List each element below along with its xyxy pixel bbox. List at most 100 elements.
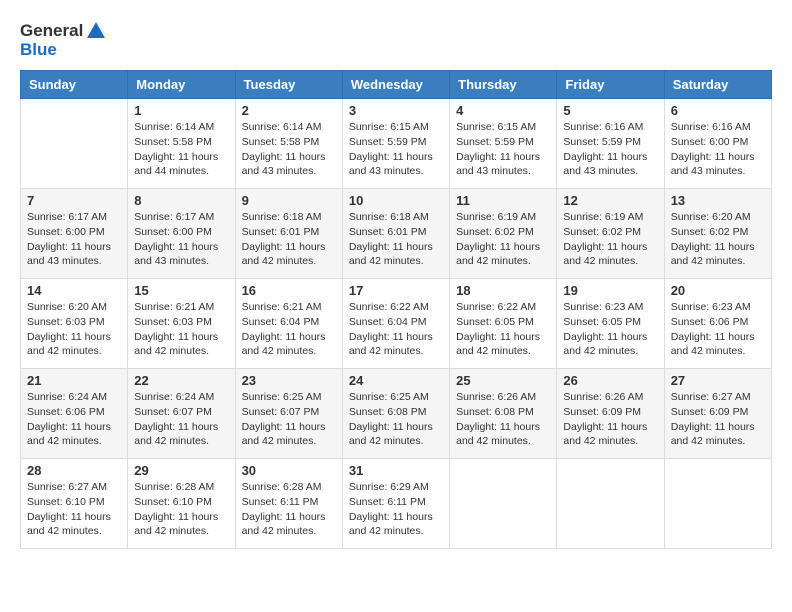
- calendar-cell: 18Sunrise: 6:22 AM Sunset: 6:05 PM Dayli…: [450, 279, 557, 369]
- calendar-cell: 24Sunrise: 6:25 AM Sunset: 6:08 PM Dayli…: [342, 369, 449, 459]
- calendar-cell: 8 Sunrise: 6:17 AM Sunset: 6:00 PM Daylig…: [128, 189, 235, 279]
- day-info: Sunrise: 6:27 AM Sunset: 6:10 PM Dayligh…: [27, 480, 121, 539]
- calendar-cell: 27 Sunrise: 6:27 AM Sunset: 6:09 PM Dayli…: [664, 369, 771, 459]
- weekday-header-row: SundayMondayTuesdayWednesdayThursdayFrid…: [21, 71, 772, 99]
- day-info: Sunrise: 6:18 AM Sunset: 6:01 PM Dayligh…: [242, 210, 336, 269]
- calendar-cell: 21Sunrise: 6:24 AM Sunset: 6:06 PM Dayli…: [21, 369, 128, 459]
- weekday-header-wednesday: Wednesday: [342, 71, 449, 99]
- weekday-header-thursday: Thursday: [450, 71, 557, 99]
- logo-blue: Blue: [20, 40, 107, 60]
- logo-general: General: [20, 21, 83, 41]
- day-info: Sunrise: 6:19 AM Sunset: 6:02 PM Dayligh…: [563, 210, 657, 269]
- weekday-header-monday: Monday: [128, 71, 235, 99]
- calendar-cell: 7 Sunrise: 6:17 AM Sunset: 6:00 PM Daylig…: [21, 189, 128, 279]
- day-info: Sunrise: 6:16 AM Sunset: 6:00 PM Dayligh…: [671, 120, 765, 179]
- calendar-cell: 28Sunrise: 6:27 AM Sunset: 6:10 PM Dayli…: [21, 459, 128, 549]
- calendar-cell: 23 Sunrise: 6:25 AM Sunset: 6:07 PM Dayli…: [235, 369, 342, 459]
- week-row-4: 21Sunrise: 6:24 AM Sunset: 6:06 PM Dayli…: [21, 369, 772, 459]
- calendar-table: SundayMondayTuesdayWednesdayThursdayFrid…: [20, 70, 772, 549]
- day-info: Sunrise: 6:27 AM Sunset: 6:09 PM Dayligh…: [671, 390, 765, 449]
- day-number: 7: [27, 193, 121, 208]
- day-number: 19: [563, 283, 657, 298]
- week-row-5: 28Sunrise: 6:27 AM Sunset: 6:10 PM Dayli…: [21, 459, 772, 549]
- day-number: 20: [671, 283, 765, 298]
- day-number: 17: [349, 283, 443, 298]
- day-info: Sunrise: 6:20 AM Sunset: 6:03 PM Dayligh…: [27, 300, 121, 359]
- calendar-cell: 22 Sunrise: 6:24 AM Sunset: 6:07 PM Dayli…: [128, 369, 235, 459]
- day-number: 8: [134, 193, 228, 208]
- calendar-cell: 4 Sunrise: 6:15 AM Sunset: 5:59 PM Daylig…: [450, 99, 557, 189]
- day-number: 23: [242, 373, 336, 388]
- week-row-1: 1 Sunrise: 6:14 AM Sunset: 5:58 PM Daylig…: [21, 99, 772, 189]
- calendar-cell: 29 Sunrise: 6:28 AM Sunset: 6:10 PM Dayli…: [128, 459, 235, 549]
- calendar-cell: 5 Sunrise: 6:16 AM Sunset: 5:59 PM Daylig…: [557, 99, 664, 189]
- day-number: 29: [134, 463, 228, 478]
- day-info: Sunrise: 6:25 AM Sunset: 6:08 PM Dayligh…: [349, 390, 443, 449]
- page-header: General Blue: [20, 20, 772, 60]
- day-number: 31: [349, 463, 443, 478]
- weekday-header-sunday: Sunday: [21, 71, 128, 99]
- day-number: 27: [671, 373, 765, 388]
- calendar-cell: [450, 459, 557, 549]
- week-row-3: 14 Sunrise: 6:20 AM Sunset: 6:03 PM Dayli…: [21, 279, 772, 369]
- calendar-cell: 17 Sunrise: 6:22 AM Sunset: 6:04 PM Dayli…: [342, 279, 449, 369]
- day-number: 3: [349, 103, 443, 118]
- day-number: 26: [563, 373, 657, 388]
- day-info: Sunrise: 6:22 AM Sunset: 6:05 PM Dayligh…: [456, 300, 550, 359]
- calendar-cell: [21, 99, 128, 189]
- day-info: Sunrise: 6:19 AM Sunset: 6:02 PM Dayligh…: [456, 210, 550, 269]
- day-info: Sunrise: 6:23 AM Sunset: 6:06 PM Dayligh…: [671, 300, 765, 359]
- day-number: 6: [671, 103, 765, 118]
- day-info: Sunrise: 6:26 AM Sunset: 6:09 PM Dayligh…: [563, 390, 657, 449]
- day-number: 14: [27, 283, 121, 298]
- day-info: Sunrise: 6:25 AM Sunset: 6:07 PM Dayligh…: [242, 390, 336, 449]
- day-number: 2: [242, 103, 336, 118]
- weekday-header-friday: Friday: [557, 71, 664, 99]
- logo: General Blue: [20, 20, 107, 60]
- calendar-cell: 19 Sunrise: 6:23 AM Sunset: 6:05 PM Dayli…: [557, 279, 664, 369]
- calendar-cell: 16Sunrise: 6:21 AM Sunset: 6:04 PM Dayli…: [235, 279, 342, 369]
- day-number: 4: [456, 103, 550, 118]
- calendar-cell: 30 Sunrise: 6:28 AM Sunset: 6:11 PM Dayli…: [235, 459, 342, 549]
- day-number: 5: [563, 103, 657, 118]
- day-number: 11: [456, 193, 550, 208]
- day-info: Sunrise: 6:28 AM Sunset: 6:10 PM Dayligh…: [134, 480, 228, 539]
- logo-icon: [85, 20, 107, 42]
- day-info: Sunrise: 6:21 AM Sunset: 6:04 PM Dayligh…: [242, 300, 336, 359]
- day-info: Sunrise: 6:22 AM Sunset: 6:04 PM Dayligh…: [349, 300, 443, 359]
- day-info: Sunrise: 6:18 AM Sunset: 6:01 PM Dayligh…: [349, 210, 443, 269]
- calendar-cell: 13Sunrise: 6:20 AM Sunset: 6:02 PM Dayli…: [664, 189, 771, 279]
- day-number: 12: [563, 193, 657, 208]
- weekday-header-tuesday: Tuesday: [235, 71, 342, 99]
- day-info: Sunrise: 6:29 AM Sunset: 6:11 PM Dayligh…: [349, 480, 443, 539]
- day-info: Sunrise: 6:15 AM Sunset: 5:59 PM Dayligh…: [456, 120, 550, 179]
- day-info: Sunrise: 6:20 AM Sunset: 6:02 PM Dayligh…: [671, 210, 765, 269]
- day-info: Sunrise: 6:16 AM Sunset: 5:59 PM Dayligh…: [563, 120, 657, 179]
- logo-text: General Blue: [20, 20, 107, 60]
- calendar-cell: 3Sunrise: 6:15 AM Sunset: 5:59 PM Daylig…: [342, 99, 449, 189]
- day-number: 10: [349, 193, 443, 208]
- calendar-cell: [557, 459, 664, 549]
- calendar-cell: 14 Sunrise: 6:20 AM Sunset: 6:03 PM Dayli…: [21, 279, 128, 369]
- day-info: Sunrise: 6:17 AM Sunset: 6:00 PM Dayligh…: [27, 210, 121, 269]
- calendar-cell: 12 Sunrise: 6:19 AM Sunset: 6:02 PM Dayli…: [557, 189, 664, 279]
- day-info: Sunrise: 6:24 AM Sunset: 6:07 PM Dayligh…: [134, 390, 228, 449]
- day-number: 22: [134, 373, 228, 388]
- day-info: Sunrise: 6:23 AM Sunset: 6:05 PM Dayligh…: [563, 300, 657, 359]
- calendar-cell: 10 Sunrise: 6:18 AM Sunset: 6:01 PM Dayli…: [342, 189, 449, 279]
- day-number: 21: [27, 373, 121, 388]
- day-info: Sunrise: 6:26 AM Sunset: 6:08 PM Dayligh…: [456, 390, 550, 449]
- day-number: 9: [242, 193, 336, 208]
- calendar-cell: 2Sunrise: 6:14 AM Sunset: 5:58 PM Daylig…: [235, 99, 342, 189]
- week-row-2: 7 Sunrise: 6:17 AM Sunset: 6:00 PM Daylig…: [21, 189, 772, 279]
- day-number: 30: [242, 463, 336, 478]
- calendar-cell: [664, 459, 771, 549]
- day-info: Sunrise: 6:14 AM Sunset: 5:58 PM Dayligh…: [134, 120, 228, 179]
- calendar-cell: 9 Sunrise: 6:18 AM Sunset: 6:01 PM Daylig…: [235, 189, 342, 279]
- day-info: Sunrise: 6:21 AM Sunset: 6:03 PM Dayligh…: [134, 300, 228, 359]
- day-info: Sunrise: 6:28 AM Sunset: 6:11 PM Dayligh…: [242, 480, 336, 539]
- day-info: Sunrise: 6:17 AM Sunset: 6:00 PM Dayligh…: [134, 210, 228, 269]
- day-number: 25: [456, 373, 550, 388]
- day-number: 1: [134, 103, 228, 118]
- calendar-cell: 6 Sunrise: 6:16 AM Sunset: 6:00 PM Daylig…: [664, 99, 771, 189]
